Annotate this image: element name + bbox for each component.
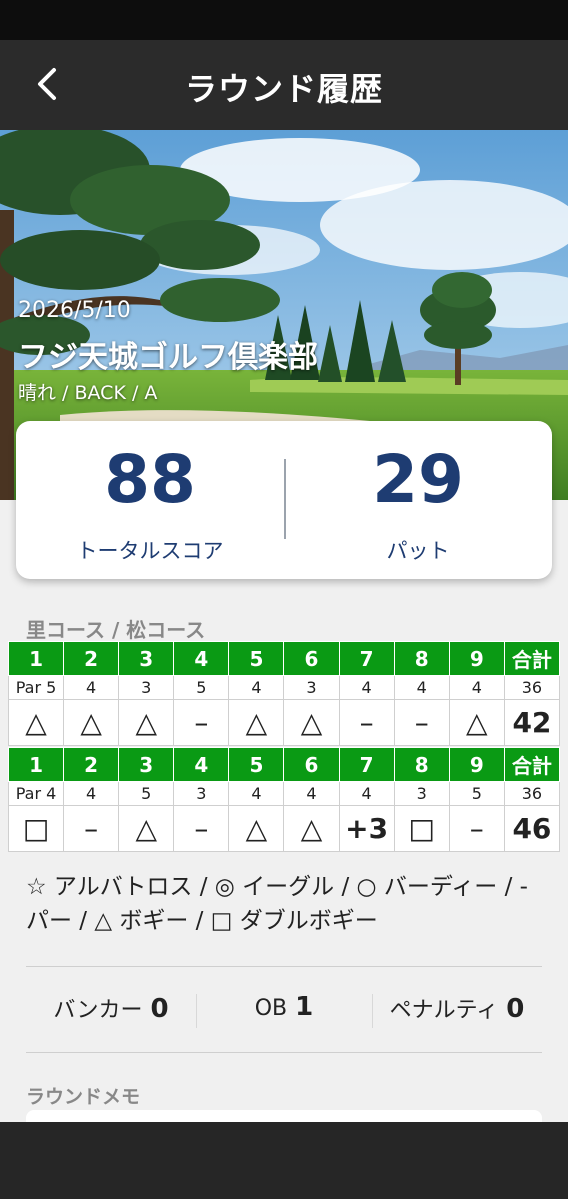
- score-total: 46: [503, 805, 561, 852]
- total-score-label: トータルスコア: [76, 539, 224, 563]
- status-bar: [0, 0, 568, 40]
- hole-par: 3: [393, 781, 450, 806]
- hole-number: 6: [283, 747, 340, 782]
- score-mark-row: △ △ △ – △ △ – – △ 42: [7, 699, 561, 746]
- hole-par: 4: [338, 675, 395, 700]
- scorecard-front-nine: 1 2 3 4 5 6 7 8 9 合計 Par 5 4 3 5 4 3 4 4…: [7, 641, 561, 746]
- bunker-value: 0: [150, 994, 169, 1024]
- page-title: ラウンド履歴: [184, 70, 383, 108]
- total-header: 合計: [503, 747, 561, 782]
- total-header: 合計: [503, 641, 561, 676]
- hole-number: 3: [118, 747, 175, 782]
- divider: [26, 966, 542, 967]
- hole-number: 4: [173, 747, 230, 782]
- scorecard-back-nine: 1 2 3 4 5 6 7 8 9 合計 Par 4 4 5 3 4 4 4 3…: [7, 747, 561, 852]
- score-total: 42: [503, 699, 561, 746]
- hole-score-mark: –: [448, 805, 505, 852]
- hole-par: 3: [283, 675, 340, 700]
- hole-number: 9: [448, 747, 505, 782]
- hole-number: 8: [393, 641, 450, 676]
- round-conditions: 晴れ / BACK / A: [18, 382, 158, 404]
- hole-par: Par 5: [7, 675, 65, 700]
- hole-score-mark: △: [228, 699, 285, 746]
- hole-par: 4: [63, 675, 120, 700]
- total-score-box: 88 トータルスコア: [16, 421, 284, 579]
- hole-number: 1: [7, 641, 65, 676]
- bunker-label: バンカー: [53, 998, 143, 1023]
- score-summary-card: 88 トータルスコア 29 パット: [16, 421, 552, 579]
- hole-score-mark: □: [393, 805, 450, 852]
- penalty-value: 0: [506, 994, 525, 1024]
- hole-number-row: 1 2 3 4 5 6 7 8 9 合計: [7, 641, 561, 676]
- hole-par: 5: [118, 781, 175, 806]
- penalty-stat: ペナルティ 0: [372, 992, 542, 1032]
- hole-par: 4: [393, 675, 450, 700]
- hole-number: 5: [228, 641, 285, 676]
- bunker-stat: バンカー 0: [26, 992, 196, 1032]
- course-name: フジ天城ゴルフ倶楽部: [18, 340, 318, 375]
- hole-par: 4: [63, 781, 120, 806]
- total-score-value: 88: [104, 441, 196, 518]
- putts-label: パット: [386, 539, 450, 563]
- hole-number: 5: [228, 747, 285, 782]
- ob-label: OB: [254, 996, 288, 1021]
- hole-score-mark: △: [118, 699, 175, 746]
- ob-stat: OB 1: [196, 992, 372, 1032]
- hole-score-mark: △: [228, 805, 285, 852]
- hole-number: 7: [338, 641, 395, 676]
- hole-score-mark: –: [63, 805, 120, 852]
- divider: [26, 1052, 542, 1053]
- hole-score-mark: △: [283, 699, 340, 746]
- hole-number-row: 1 2 3 4 5 6 7 8 9 合計: [7, 747, 561, 782]
- hole-number: 3: [118, 641, 175, 676]
- hole-par: Par 4: [7, 781, 65, 806]
- hole-number: 7: [338, 747, 395, 782]
- memo-label: ラウンドメモ: [26, 1086, 141, 1108]
- hole-number: 1: [7, 747, 65, 782]
- hole-number: 9: [448, 641, 505, 676]
- hole-par: 3: [173, 781, 230, 806]
- app-header: ラウンド履歴: [0, 40, 568, 130]
- ob-value: 1: [295, 992, 314, 1022]
- hole-number: 6: [283, 641, 340, 676]
- course-section-label: 里コース / 松コース: [26, 618, 206, 642]
- system-nav-bar: [0, 1122, 568, 1199]
- hole-par: 4: [283, 781, 340, 806]
- par-row: Par 4 4 5 3 4 4 4 3 5 36: [7, 781, 561, 806]
- hole-number: 4: [173, 641, 230, 676]
- par-row: Par 5 4 3 5 4 3 4 4 4 36: [7, 675, 561, 700]
- hole-score-mark: △: [283, 805, 340, 852]
- hole-par: 4: [228, 781, 285, 806]
- hole-score-mark: △: [118, 805, 175, 852]
- hole-par: 5: [448, 781, 505, 806]
- hole-number: 2: [63, 747, 120, 782]
- hole-par: 4: [448, 675, 505, 700]
- hole-score-mark: △: [7, 699, 65, 746]
- score-legend: ☆ アルバトロス / ◎ イーグル / ○ バーディー / -パー / △ ボギ…: [26, 874, 528, 934]
- round-date: 2026/5/10: [18, 298, 131, 323]
- hole-score-mark: △: [448, 699, 505, 746]
- par-total: 36: [503, 675, 561, 700]
- hole-par: 4: [338, 781, 395, 806]
- putts-value: 29: [372, 441, 464, 518]
- hole-par: 5: [173, 675, 230, 700]
- hole-score-mark: –: [173, 699, 230, 746]
- hole-score-mark: △: [63, 699, 120, 746]
- hole-score-mark: –: [393, 699, 450, 746]
- hole-number: 8: [393, 747, 450, 782]
- par-total: 36: [503, 781, 561, 806]
- hole-number: 2: [63, 641, 120, 676]
- hole-par: 3: [118, 675, 175, 700]
- hole-score-mark: +3: [338, 805, 395, 852]
- hole-score-mark: □: [7, 805, 65, 852]
- hole-par: 4: [228, 675, 285, 700]
- hole-score-mark: –: [173, 805, 230, 852]
- hole-score-mark: –: [338, 699, 395, 746]
- penalty-label: ペナルティ: [389, 998, 499, 1023]
- putts-box: 29 パット: [284, 421, 552, 579]
- score-mark-row: □ – △ – △ △ +3 □ – 46: [7, 805, 561, 852]
